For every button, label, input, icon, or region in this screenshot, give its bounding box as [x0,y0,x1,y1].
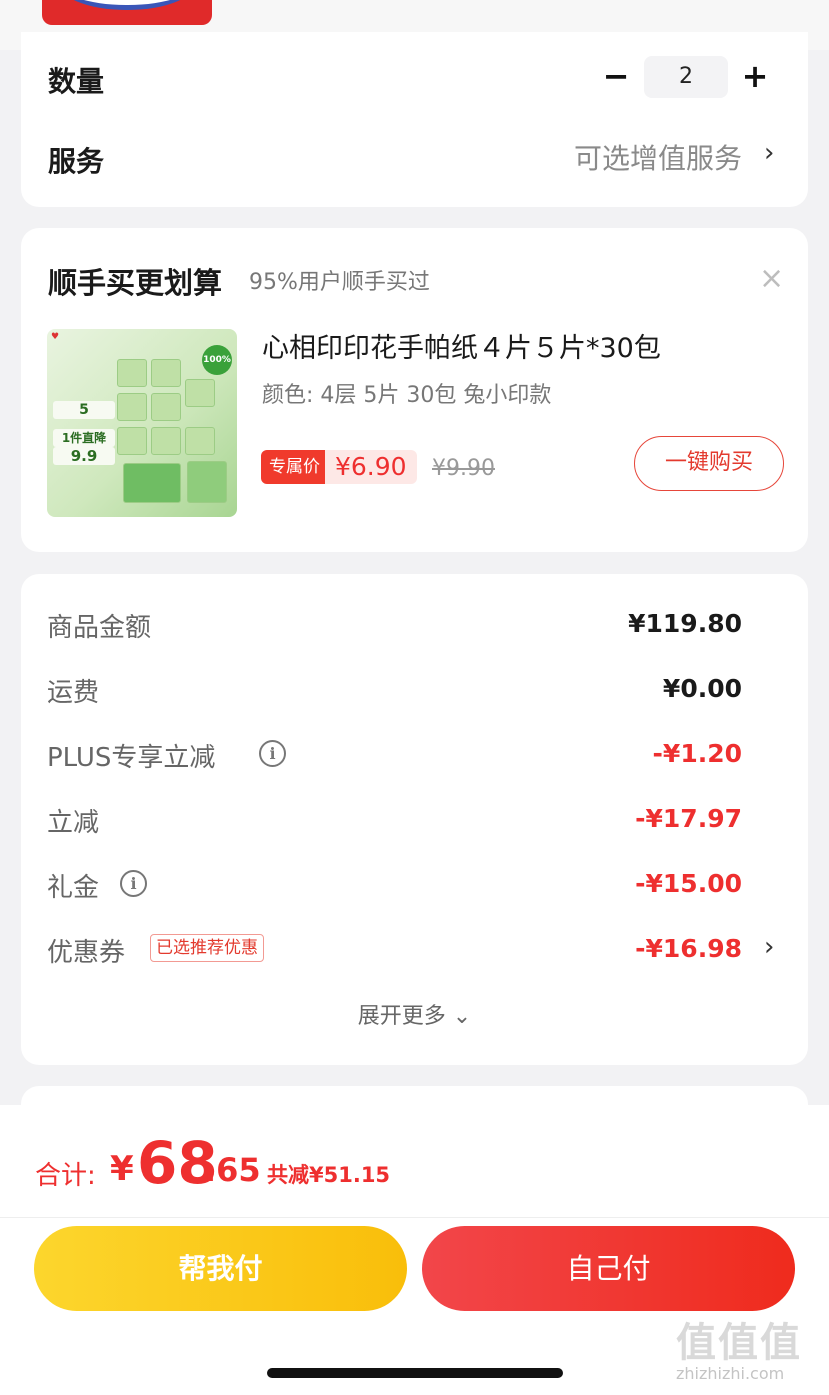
home-indicator[interactable] [267,1368,563,1378]
checkout-bar: 合计: ¥ 68 .65 共减¥51.15 帮我付 自己付 值值值 zhizhi… [0,1105,829,1395]
subtotal-label: 商品金额 [47,613,152,643]
product-name[interactable]: 心相印印花手帕纸４片５片*30包 [262,326,661,365]
plus-info-icon[interactable]: i [259,740,286,767]
exclusive-price-tag: 专属价 [261,450,328,484]
original-price: ¥9.90 [432,456,495,481]
shipping-label: 运费 [47,678,100,708]
upsell-card: 顺手买更划算 95%用户顺手买过 × ♥ 100% 5 1件直降 9.9 心相印… [21,228,808,552]
one-click-buy-button[interactable]: 一键购买 [634,436,784,491]
total-amount-decimal: .65 [204,1151,261,1189]
product-spec: 颜色: 4层 5片 30包 兔小印款 [262,383,552,408]
price-summary-card: 商品金额 ¥119.80 运费 ¥0.00 PLUS专享立减 i -¥1.20 … [21,574,808,1065]
watermark: 值值值 zhizhizhi.com [676,1310,802,1383]
watermark-glyphs: 值值值 [676,1320,802,1366]
instant-discount-value: -¥17.97 [635,804,742,833]
order-options-card: 数量 − 2 + 服务 可选增值服务 › [21,32,808,207]
subtotal-value: ¥119.80 [628,609,742,638]
image-tag-discount: 1件直降 [53,429,115,447]
gift-info-icon[interactable]: i [120,870,147,897]
total-label: 合计: [35,1161,96,1191]
brand-logo-mark: ♥ [51,332,60,342]
service-label: 服务 [48,145,105,178]
product-image[interactable]: ♥ 100% 5 1件直降 9.9 [47,329,237,517]
service-selector[interactable]: 可选增值服务 [574,137,742,177]
quantity-input[interactable]: 2 [644,56,728,98]
close-icon[interactable]: × [759,264,784,294]
pay-myself-button[interactable]: 自己付 [422,1226,795,1311]
total-currency: ¥ [110,1149,134,1189]
coupon-chevron-icon[interactable]: › [764,932,774,962]
watermark-site: zhizhizhi.com [676,1364,785,1383]
plus-discount-value: -¥1.20 [652,739,742,768]
image-tag-price: 9.9 [53,447,115,465]
quantity-increase-button[interactable]: + [740,60,770,92]
image-tag-count: 5 [53,401,115,419]
plus-discount-label: PLUS专享立减 [47,743,216,773]
upsell-subtitle: 95%用户顺手买过 [249,270,430,295]
quantity-decrease-button[interactable]: − [601,60,631,92]
product-price: ¥6.90 [325,450,417,484]
total-saved: 共减¥51.15 [267,1163,391,1187]
expand-more-button[interactable]: 展开更多 ⌄ [21,998,808,1030]
badge-100-icon: 100% [202,345,232,375]
gift-credit-value: -¥15.00 [635,869,742,898]
shipping-value: ¥0.00 [662,674,742,703]
coupon-recommended-badge: 已选推荐优惠 [150,934,264,962]
coupon-value[interactable]: -¥16.98 [635,934,742,963]
service-chevron-icon[interactable]: › [764,138,774,168]
upsell-title: 顺手买更划算 [48,266,223,300]
brand-logo [42,0,212,25]
coupon-label: 优惠券 [47,938,126,968]
help-me-pay-button[interactable]: 帮我付 [34,1226,407,1311]
gift-credit-label: 礼金 [47,873,100,903]
instant-discount-label: 立减 [47,808,100,838]
quantity-label: 数量 [48,65,105,98]
divider [0,1217,829,1218]
